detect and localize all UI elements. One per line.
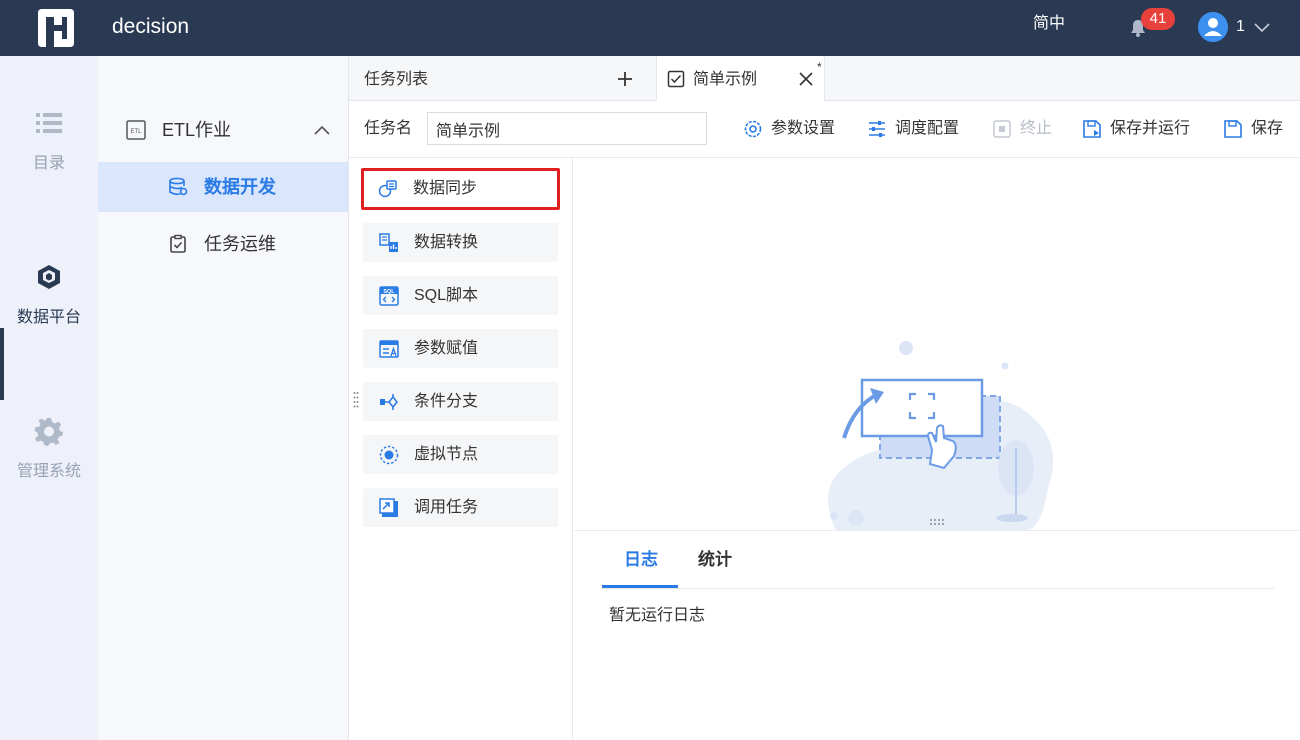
stop-icon	[993, 120, 1011, 138]
rail-active-indicator	[0, 328, 4, 400]
component-data-transform[interactable]: 数据转换	[363, 223, 558, 262]
empty-canvas-illustration	[828, 341, 1054, 530]
split-resize-handle[interactable]	[929, 518, 947, 526]
stop-button[interactable]: 终止	[992, 117, 1060, 141]
param-assign-icon	[379, 340, 399, 358]
avatar[interactable]	[1198, 12, 1228, 42]
component-label: 数据转换	[414, 234, 479, 251]
active-tab-underline	[602, 585, 678, 588]
component-param-assign[interactable]: 参数赋值	[363, 329, 558, 368]
chevron-down-icon[interactable]	[1253, 20, 1271, 34]
rail-item-data-platform[interactable]: 数据平台	[0, 262, 98, 328]
app-title: decision	[112, 15, 190, 38]
log-panel: 日志 统计 暂无运行日志	[574, 530, 1300, 740]
nav-item-label: 数据开发	[204, 177, 276, 197]
cube-icon	[38, 265, 60, 289]
gear-icon	[34, 418, 63, 446]
rail-item-management[interactable]: 管理系统	[0, 416, 98, 482]
database-icon	[169, 177, 188, 196]
sliders-icon	[869, 121, 885, 137]
component-call-task[interactable]: 调用任务	[363, 488, 558, 527]
nav-item-data-dev[interactable]: 数据开发	[98, 162, 348, 212]
tab-log[interactable]: 日志	[624, 549, 658, 571]
settings-icon	[744, 120, 762, 138]
chevron-up-icon[interactable]	[313, 123, 331, 137]
tab-simple-example[interactable]: 简单示例 *	[656, 56, 825, 102]
tab-divider	[602, 588, 1274, 589]
svg-text:ETL: ETL	[130, 129, 142, 135]
virtual-node-icon	[379, 445, 399, 465]
button-label: 参数设置	[771, 120, 836, 137]
component-label: 条件分支	[414, 393, 479, 410]
component-label: 调用任务	[414, 499, 479, 516]
rail-item-label: 管理系统	[16, 463, 81, 480]
save-button[interactable]: 保存	[1223, 117, 1289, 141]
schedule-config-button[interactable]: 调度配置	[867, 117, 967, 141]
sql-script-icon: SQL	[379, 286, 399, 306]
save-icon	[1224, 120, 1242, 138]
task-name-input[interactable]	[427, 112, 707, 145]
etl-file-icon: ETL	[126, 120, 146, 140]
clipboard-check-icon	[170, 234, 186, 253]
button-label: 保存并运行	[1110, 120, 1191, 137]
data-sync-icon	[378, 180, 397, 198]
param-settings-button[interactable]: 参数设置	[743, 117, 843, 141]
secondary-nav: ETL ETL作业 数据开发 任务运维	[98, 56, 349, 740]
rail-item-label: 目录	[32, 155, 65, 172]
component-label: 数据同步	[413, 180, 478, 197]
plus-icon[interactable]	[615, 69, 635, 89]
component-data-sync[interactable]: 数据同步	[361, 168, 560, 210]
checkbox-task-icon	[667, 70, 685, 88]
unsaved-marker: *	[817, 60, 822, 74]
app-logo-icon[interactable]	[36, 9, 76, 47]
tab-task-list[interactable]: 任务列表	[364, 70, 428, 90]
rail-item-catalog[interactable]: 目录	[0, 108, 98, 174]
rail-item-label: 数据平台	[16, 309, 81, 326]
log-empty-message: 暂无运行日志	[609, 607, 706, 624]
nav-item-label: 任务运维	[204, 234, 276, 254]
nav-group-etl[interactable]: ETL ETL作业	[98, 108, 348, 152]
language-switch[interactable]: 简中	[1033, 14, 1065, 34]
component-label: 虚拟节点	[414, 446, 479, 463]
save-and-run-button[interactable]: 保存并运行	[1082, 117, 1197, 141]
notification-badge[interactable]: 41	[1141, 8, 1175, 30]
component-sql-script[interactable]: SQL SQL脚本	[363, 276, 558, 315]
tab-bar: 任务列表 简单示例 *	[349, 56, 1300, 102]
component-palette: 数据同步 数据转换 SQL SQL脚本 参数赋值 条件分支 虚拟节点 调用任务	[349, 158, 573, 740]
list-icon	[36, 113, 62, 133]
user-name[interactable]: 1	[1236, 17, 1245, 37]
component-condition-branch[interactable]: 条件分支	[363, 382, 558, 421]
call-task-icon	[379, 498, 398, 517]
top-bar: decision 简中 41 1	[0, 0, 1300, 56]
task-name-label: 任务名	[364, 120, 413, 137]
nav-group-label: ETL作业	[162, 120, 232, 140]
button-label: 保存	[1251, 120, 1284, 137]
component-label: 参数赋值	[414, 340, 479, 357]
panel-resize-handle[interactable]	[353, 391, 359, 409]
button-label: 终止	[1020, 120, 1053, 137]
tab-label: 简单示例	[693, 71, 758, 88]
task-toolbar: 任务名 参数设置 调度配置 终止 保存并运行	[349, 101, 1300, 158]
component-label: SQL脚本	[414, 287, 479, 304]
svg-text:SQL: SQL	[383, 289, 395, 295]
close-icon[interactable]	[798, 71, 814, 87]
condition-branch-icon	[380, 394, 398, 410]
left-rail: 目录 数据平台 管理系统	[0, 56, 98, 740]
tab-statistics[interactable]: 统计	[698, 549, 732, 571]
data-transform-icon	[379, 233, 398, 252]
button-label: 调度配置	[895, 120, 960, 137]
component-virtual-node[interactable]: 虚拟节点	[363, 435, 558, 474]
nav-item-task-ops[interactable]: 任务运维	[98, 219, 348, 269]
save-run-icon	[1083, 120, 1101, 138]
